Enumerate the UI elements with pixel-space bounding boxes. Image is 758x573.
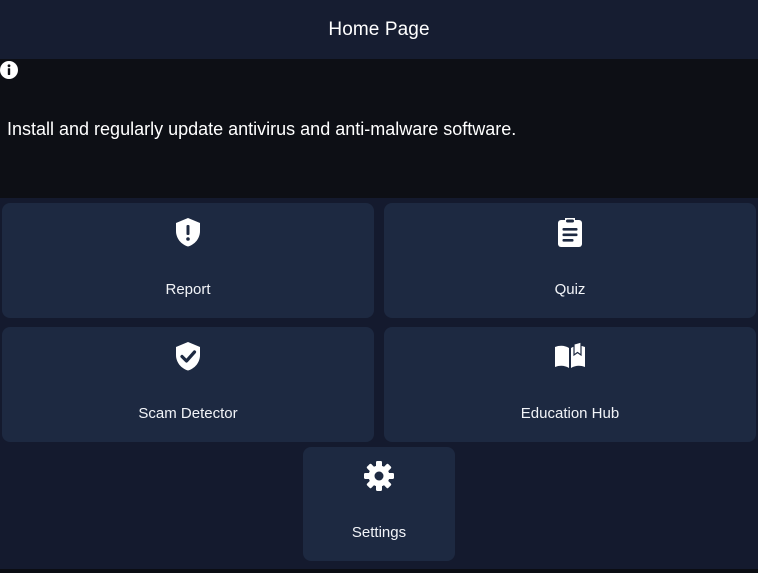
education-hub-label: Education Hub [520,405,620,422]
scam-detector-label: Scam Detector [138,405,238,422]
report-button[interactable]: Report [2,203,374,318]
education-hub-button[interactable]: Education Hub [384,327,756,442]
app-root: Home Page Install and regularly update a… [0,0,758,573]
quiz-button[interactable]: Quiz [384,203,756,318]
tip-text: Install and regularly update antivirus a… [7,119,517,139]
app-header: Home Page [0,0,758,59]
bottom-edge [0,569,758,573]
page-title: Home Page [328,18,430,40]
gear-icon [364,461,394,491]
info-icon[interactable] [0,61,18,79]
quiz-label: Quiz [554,281,586,298]
open-book-icon [555,341,585,368]
clipboard-list-icon [558,218,582,247]
settings-button[interactable]: Settings [303,447,455,561]
scam-detector-button[interactable]: Scam Detector [2,327,374,442]
report-label: Report [165,281,211,298]
shield-check-icon [176,342,200,371]
settings-label: Settings [351,524,407,541]
shield-alert-icon [176,218,200,247]
